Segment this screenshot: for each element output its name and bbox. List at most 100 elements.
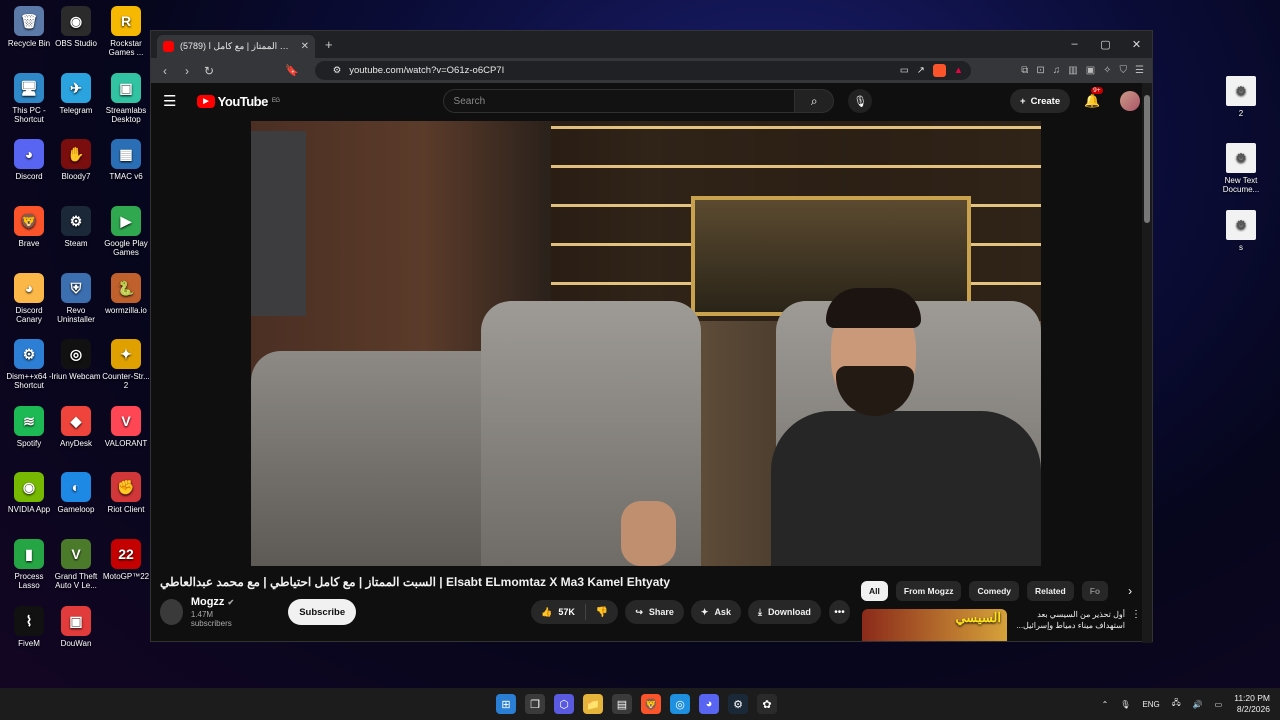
vpn-icon[interactable]: ⛉: [1120, 65, 1128, 76]
desktop-shortcut[interactable]: 🦁 Brave: [4, 206, 54, 248]
notifications-button[interactable]: 🔔 9+: [1084, 87, 1103, 109]
desktop-shortcut[interactable]: ⚙ s: [1216, 210, 1266, 252]
chip-all[interactable]: All: [861, 581, 888, 601]
desktop-shortcut[interactable]: ▣ Streamlabs Desktop: [101, 73, 151, 124]
desktop-shortcut[interactable]: ✈ Telegram: [51, 73, 101, 115]
chatgpt-icon[interactable]: ✿: [757, 694, 777, 714]
chip-more[interactable]: Fo: [1081, 581, 1109, 601]
desktop-shortcut[interactable]: ◉ NVIDIA App: [4, 472, 54, 514]
desktop-shortcut[interactable]: ◆ AnyDesk: [51, 406, 101, 448]
scrollbar-thumb[interactable]: [1144, 95, 1150, 223]
network-icon[interactable]: 🖧: [1172, 697, 1181, 711]
share-button[interactable]: ↪ Share: [625, 600, 684, 624]
media-icon[interactable]: ♫: [1053, 65, 1061, 76]
cast-icon[interactable]: ▭: [900, 65, 909, 76]
clock[interactable]: 11:20 PM 8/2/2026: [1234, 693, 1270, 715]
ask-button[interactable]: ✦ Ask: [690, 600, 741, 624]
edge-icon[interactable]: ◎: [670, 694, 690, 714]
desktop-shortcut[interactable]: ✊ Riot Client: [101, 472, 151, 514]
create-button[interactable]: + Create: [1010, 89, 1071, 113]
screenshot-icon[interactable]: ⊡: [1036, 65, 1044, 76]
menu-icon[interactable]: ☰: [1135, 65, 1144, 76]
desktop-shortcut[interactable]: 22 MotoGP™22: [101, 539, 151, 581]
desktop-shortcut[interactable]: ▣ DouWan: [51, 606, 101, 648]
chevron-right-icon[interactable]: ›: [1128, 584, 1132, 598]
task-view-icon[interactable]: ❐: [525, 694, 545, 714]
leo-ai-icon[interactable]: ✧: [1103, 65, 1111, 76]
discord-taskbar-icon[interactable]: ◕: [699, 694, 719, 714]
desktop-shortcut[interactable]: ⚙ New Text Docume...: [1216, 143, 1266, 194]
microphone-tray-icon[interactable]: 🎙: [1120, 700, 1130, 709]
share-page-icon[interactable]: ↗: [917, 65, 925, 76]
windows-start-icon[interactable]: ⊞: [496, 694, 516, 714]
reload-icon[interactable]: ↻: [203, 64, 215, 78]
desktop-shortcut[interactable]: V Grand Theft Auto V Le...: [51, 539, 101, 590]
desktop-shortcut[interactable]: ✦ Counter-Str... 2: [101, 339, 151, 390]
bookmark-icon[interactable]: 🔖: [285, 64, 299, 77]
desktop-shortcut[interactable]: ≋ Spotify: [4, 406, 54, 448]
sidebar-icon[interactable]: ▥: [1068, 65, 1077, 76]
search-button[interactable]: ⌕: [795, 89, 835, 113]
hamburger-menu-icon[interactable]: ☰: [163, 92, 183, 110]
desktop-shortcut[interactable]: ▮ Process Lasso: [4, 539, 54, 590]
search-input[interactable]: Search: [442, 89, 796, 113]
wallet-icon[interactable]: ▣: [1086, 65, 1095, 76]
desktop-shortcut[interactable]: 🖥 This PC - Shortcut: [4, 73, 54, 124]
chip-from-mogzz[interactable]: From Mogzz: [895, 581, 962, 601]
desktop-shortcut[interactable]: ▶ Google Play Games: [101, 206, 151, 257]
desktop-shortcut[interactable]: ⌇ FiveM: [4, 606, 54, 648]
video-player[interactable]: [251, 121, 1041, 566]
desktop-shortcut[interactable]: ◕ Discord Canary: [4, 273, 54, 324]
desktop-shortcut[interactable]: ▦ TMAC v6: [101, 139, 151, 181]
subscribe-button[interactable]: Subscribe: [288, 599, 357, 625]
microsoft-store-icon[interactable]: ▤: [612, 694, 632, 714]
chip-related[interactable]: Related: [1027, 581, 1074, 601]
brave-shields-icon[interactable]: [932, 64, 946, 77]
desktop-shortcut[interactable]: ◎ Iriun Webcam: [51, 339, 101, 381]
steam-taskbar-icon[interactable]: ⚙: [728, 694, 748, 714]
dislike-button[interactable]: 👎: [586, 607, 618, 618]
browser-tab-youtube[interactable]: (5789) السبت الممتاز | مع كامل ا... ✕: [157, 35, 315, 58]
new-tab-button[interactable]: +: [325, 37, 333, 52]
desktop-shortcut[interactable]: 🗑 Recycle Bin: [4, 6, 54, 48]
desktop-shortcut[interactable]: ◕ Discord: [4, 139, 54, 181]
desktop-shortcut[interactable]: 🐍 wormzilla.io: [101, 273, 151, 315]
youtube-logo[interactable]: ▶ YouTube EG: [196, 94, 280, 109]
extension-puzzle-icon[interactable]: ⧉: [1021, 65, 1028, 76]
desktop-shortcut[interactable]: R Rockstar Games ...: [101, 6, 151, 57]
language-indicator[interactable]: ENG: [1142, 700, 1159, 709]
url-field[interactable]: 🔖 ⚙ youtube.com/watch?v=O61z-o6CP7I ▭ ↗ …: [285, 61, 972, 80]
volume-icon[interactable]: 🔊: [1193, 700, 1203, 709]
desktop-shortcut[interactable]: ⚙ Dism++x64 - Shortcut: [4, 339, 54, 390]
chip-comedy[interactable]: Comedy: [969, 581, 1019, 601]
recommended-thumbnail[interactable]: السيسي: [862, 609, 1007, 641]
chevron-up-icon[interactable]: ⌃: [1102, 700, 1109, 709]
desktop-shortcut[interactable]: V VALORANT: [101, 406, 151, 448]
desktop-shortcut[interactable]: ✋ Bloody7: [51, 139, 101, 181]
more-vertical-icon[interactable]: ⋮: [1131, 609, 1141, 641]
close-tab-icon[interactable]: ✕: [301, 41, 309, 52]
page-scrollbar[interactable]: [1142, 83, 1152, 643]
voice-search-button[interactable]: 🎙: [848, 89, 872, 113]
channel-name[interactable]: Mogzz: [191, 596, 225, 608]
download-button[interactable]: ⤓ Download: [747, 600, 821, 624]
more-actions-button[interactable]: •••: [828, 600, 850, 624]
copilot-icon[interactable]: ⬡: [554, 694, 574, 714]
brave-rewards-icon[interactable]: ▲: [954, 65, 963, 76]
like-button[interactable]: 👍 57K: [531, 604, 586, 620]
minimize-button[interactable]: –: [1059, 38, 1090, 51]
maximize-button[interactable]: ▢: [1090, 38, 1121, 51]
channel-avatar[interactable]: [160, 599, 183, 625]
back-icon[interactable]: ‹: [159, 64, 171, 78]
brave-taskbar-icon[interactable]: 🦁: [641, 694, 661, 714]
desktop-shortcut[interactable]: ◐ Gameloop: [51, 472, 101, 514]
site-info-icon[interactable]: ⚙: [333, 65, 342, 76]
desktop-shortcut[interactable]: ⚙ 2: [1216, 76, 1266, 118]
desktop-shortcut[interactable]: ⛨ Revo Uninstaller: [51, 273, 101, 324]
forward-icon[interactable]: ›: [181, 64, 193, 78]
desktop-shortcut[interactable]: ◉ OBS Studio: [51, 6, 101, 48]
close-window-button[interactable]: ✕: [1121, 38, 1152, 51]
account-avatar[interactable]: [1120, 91, 1140, 111]
recommended-video[interactable]: السيسي أول تحذير من السيسي بعد استهداف م…: [862, 609, 1142, 641]
desktop-shortcut[interactable]: ⚙ Steam: [51, 206, 101, 248]
